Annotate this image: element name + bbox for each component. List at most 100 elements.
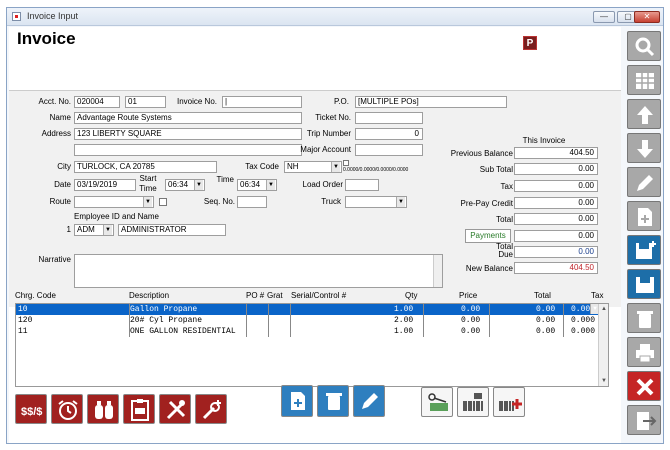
tools-icon — [166, 400, 186, 420]
narrative-textarea[interactable] — [74, 254, 443, 288]
invoice-no-field[interactable]: | — [222, 96, 302, 108]
table-row[interactable]: 10 Gallon Propane 1.00 0.00 0.00 0.000 — [16, 304, 600, 315]
delete-icon — [326, 393, 342, 410]
column-divider — [290, 304, 291, 337]
move-down-button[interactable] — [627, 133, 661, 163]
header-tax: Tax — [591, 291, 604, 300]
barcode-scanner-button[interactable] — [457, 387, 489, 417]
seq-no-label: Seq. No. — [203, 197, 235, 206]
name-field[interactable]: Advantage Route Systems — [74, 112, 302, 124]
cell-qty: 2.00 — [394, 316, 414, 325]
cell-description: 20# Cyl Propane — [130, 316, 203, 325]
scroll-up-icon[interactable]: ▲ — [599, 304, 609, 314]
load-order-label: Load Order — [302, 180, 343, 189]
header-qty: Qty — [405, 291, 418, 300]
acct-sub-field[interactable]: 01 — [125, 96, 166, 108]
payments-button[interactable]: Payments — [465, 229, 511, 243]
barcode-scanner-add-button[interactable] — [493, 387, 525, 417]
table-scrollbar[interactable]: ▲ ▼ — [598, 304, 608, 386]
prepay-credit-label: Pre-Pay Credit — [460, 199, 513, 208]
column-divider — [246, 304, 247, 337]
column-divider — [268, 304, 269, 337]
scroll-down-icon[interactable]: ▼ — [599, 376, 609, 386]
total-field: 0.00 — [514, 213, 598, 225]
time-select[interactable]: 06:34 — [237, 179, 277, 191]
search-button[interactable] — [627, 31, 661, 61]
cancel-button[interactable] — [627, 371, 661, 401]
tax-code-checkbox[interactable] — [343, 160, 349, 166]
cell-total: 0.00 — [536, 316, 556, 325]
close-button[interactable]: ✕ — [634, 11, 660, 23]
total-due-label-2: Due — [498, 250, 513, 259]
total-due-field: 0.00 — [514, 246, 598, 258]
move-up-button[interactable] — [627, 99, 661, 129]
date-field[interactable]: 03/19/2019 — [74, 179, 136, 191]
header-serial: Serial/Control # — [291, 291, 347, 300]
column-divider — [129, 304, 130, 337]
name-label: Name — [49, 113, 71, 122]
edit-record-button[interactable] — [627, 167, 661, 197]
delete-button[interactable] — [317, 385, 349, 417]
print-button[interactable] — [627, 337, 661, 367]
column-divider — [563, 304, 564, 337]
save-add-icon — [636, 241, 656, 259]
load-order-field[interactable] — [345, 179, 379, 191]
add-page-button[interactable] — [627, 201, 661, 231]
tax-rates-text: 0.0000/0.0000/0.0000/0.0000 — [343, 167, 409, 173]
tax-label: Tax — [500, 182, 513, 191]
grid-view-button[interactable] — [627, 65, 661, 95]
tools-button[interactable] — [159, 394, 191, 424]
start-time-select[interactable]: 06:34 — [165, 179, 205, 191]
employee-num: 1 — [66, 225, 71, 234]
exit-button[interactable] — [627, 405, 661, 435]
acct-no-field[interactable]: 020004 — [74, 96, 120, 108]
wrench-plus-button[interactable] — [195, 394, 227, 424]
po-label: P.O. — [334, 97, 349, 106]
table-row[interactable]: 120 20# Cyl Propane 2.00 0.00 0.00 0.000 — [16, 315, 600, 326]
tax-code-select[interactable]: NH — [284, 161, 342, 173]
cell-code: 11 — [18, 327, 28, 336]
major-account-label: Major Account — [300, 145, 351, 154]
save-button[interactable] — [627, 269, 661, 299]
title-bar: Invoice Input — ▢ ✕ — [7, 8, 663, 26]
minimize-button[interactable]: — — [593, 11, 615, 23]
this-invoice-header: This Invoice — [522, 136, 566, 145]
clipboard-money-button[interactable] — [123, 394, 155, 424]
ticket-no-field[interactable] — [355, 112, 423, 124]
line-items-table[interactable]: 10 Gallon Propane 1.00 0.00 0.00 0.000 1… — [15, 303, 609, 387]
invoice-no-label: Invoice No. — [176, 97, 217, 106]
route-checkbox[interactable] — [159, 198, 167, 206]
start-time-label-2: Time — [139, 184, 157, 193]
route-select[interactable] — [74, 196, 154, 208]
cell-price: 0.00 — [461, 305, 481, 314]
po-field[interactable]: [MULTIPLE POs] — [355, 96, 507, 108]
header-grat: Grat — [267, 291, 283, 300]
propane-tanks-button[interactable] — [87, 394, 119, 424]
dollar-swap-button[interactable]: $$/$ — [15, 394, 47, 424]
seq-no-field[interactable] — [237, 196, 267, 208]
window-title: Invoice Input — [27, 11, 79, 21]
new-document-icon — [291, 392, 305, 410]
ticket-no-label: Ticket No. — [315, 113, 351, 122]
city-field[interactable]: TURLOCK, CA 20785 — [74, 161, 217, 173]
save-add-button[interactable] — [627, 235, 661, 265]
cell-tax: 0.000 — [571, 305, 596, 314]
propane-tanks-icon — [95, 401, 113, 419]
address-field[interactable]: 123 LIBERTY SQUARE — [74, 128, 302, 140]
trip-number-field[interactable]: 0 — [355, 128, 423, 140]
address-line2-field[interactable] — [74, 144, 302, 156]
scissors-money-button[interactable] — [421, 387, 453, 417]
table-row[interactable]: 11 ONE GALLON RESIDENTIAL 1.00 0.00 0.00… — [16, 326, 600, 337]
edit-button[interactable] — [353, 385, 385, 417]
cell-price: 0.00 — [461, 316, 481, 325]
new-document-button[interactable] — [281, 385, 313, 417]
truck-select[interactable] — [345, 196, 407, 208]
major-account-field[interactable] — [355, 144, 423, 156]
trash-button[interactable] — [627, 303, 661, 333]
employee-name-field[interactable]: ADMINISTRATOR — [118, 224, 226, 236]
sub-total-label: Sub Total — [479, 165, 513, 174]
pencil-icon — [637, 175, 653, 191]
alarm-clock-button[interactable] — [51, 394, 83, 424]
employee-id-select[interactable]: ADM — [74, 224, 114, 236]
barcode-scanner-add-icon — [499, 399, 522, 411]
